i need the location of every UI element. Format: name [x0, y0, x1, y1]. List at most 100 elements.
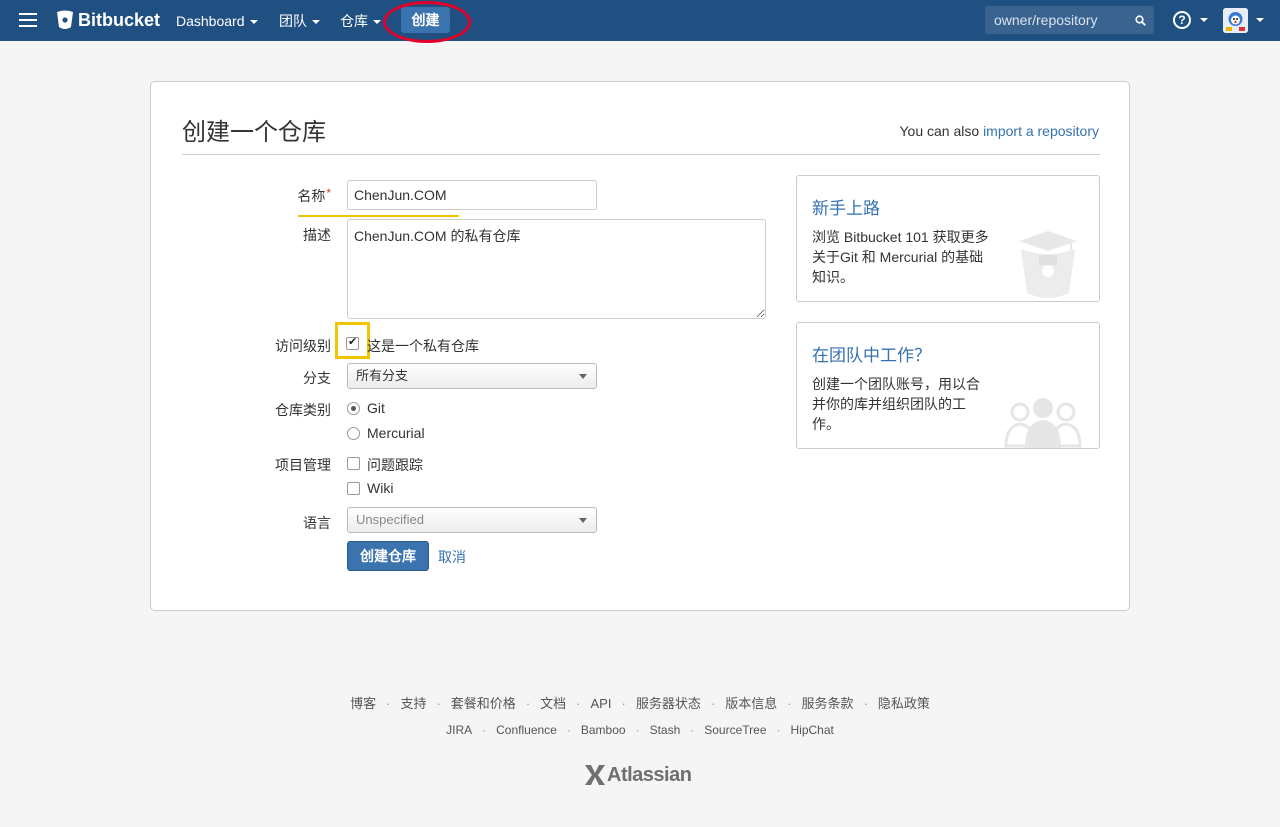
yellow-highlight-box [335, 322, 370, 359]
repository-type-label: 仓库类别 [275, 402, 331, 418]
user-avatar[interactable] [1223, 8, 1248, 33]
footer-product-jira[interactable]: JIRA [446, 723, 472, 737]
yellow-highlight-underline [298, 215, 459, 217]
team-work-card: 在团队中工作？ 创建一个团队账号，用以合并你的库并组织团队的工作。 [796, 322, 1100, 449]
wiki-checkbox[interactable] [347, 482, 360, 495]
search-icon[interactable] [1135, 15, 1146, 26]
page-title: 创建一个仓库 [182, 119, 326, 146]
access-level-label: 访问级别 [275, 338, 331, 354]
help-icon[interactable]: ? [1173, 11, 1191, 29]
branch-select[interactable]: 所有分支 [347, 363, 597, 389]
chevron-down-icon [249, 20, 258, 25]
red-highlight-circle [383, 1, 471, 43]
getting-started-title[interactable]: 新手上路 [812, 194, 880, 219]
import-repository-link[interactable]: import a repository [983, 123, 1099, 139]
language-label: 语言 [303, 515, 331, 531]
footer-product-bamboo[interactable]: Bamboo [581, 723, 626, 737]
menu-icon[interactable] [19, 13, 37, 27]
import-hint-text: You can also [899, 123, 984, 139]
import-hint: You can also import a repository [900, 123, 1100, 139]
team-work-text: 创建一个团队账号，用以合并你的库并组织团队的工作。 [812, 376, 980, 432]
footer-link-docs[interactable]: 文档 [540, 696, 566, 711]
footer-product-confluence[interactable]: Confluence [496, 723, 557, 737]
mercurial-option-label[interactable]: Mercurial [367, 425, 425, 441]
footer-separator: · [566, 723, 571, 737]
getting-started-card: 新手上路 浏览 Bitbucket 101 获取更多关于Git 和 Mercur… [796, 175, 1100, 302]
chevron-down-icon [373, 20, 381, 25]
divider [182, 154, 1100, 155]
git-radio[interactable] [347, 402, 360, 415]
issue-tracker-label[interactable]: 问题跟踪 [367, 455, 423, 475]
name-label: 名称* [151, 186, 331, 206]
dropdown-arrow-icon [579, 374, 587, 379]
footer-separator: · [482, 723, 487, 737]
footer-link-support[interactable]: 支持 [400, 696, 426, 711]
footer-product-stash[interactable]: Stash [650, 723, 681, 737]
chevron-down-icon[interactable] [1256, 18, 1264, 22]
atlassian-logo[interactable]: Atlassian [583, 763, 692, 787]
required-marker: * [326, 186, 331, 200]
atlassian-wordmark: Atlassian [607, 763, 692, 786]
atlassian-x-icon [585, 765, 605, 785]
language-select-value: Unspecified [356, 512, 424, 527]
footer-separator: · [776, 723, 781, 737]
create-repository-panel: 创建一个仓库 You can also import a repository … [150, 81, 1130, 611]
graduation-bucket-icon [1019, 231, 1077, 298]
bitbucket-logo[interactable]: Bitbucket [56, 9, 160, 31]
footer-link-api[interactable]: API [591, 696, 612, 711]
footer-separator: · [576, 696, 581, 711]
nav-dashboard[interactable]: Dashboard [176, 11, 258, 31]
nav-repositories-label: 仓库 [340, 13, 368, 29]
name-label-text: 名称 [297, 188, 326, 204]
repository-search[interactable] [985, 6, 1154, 34]
footer-products: JIRA · Confluence · Bamboo · Stash · SourceTree ·… [0, 723, 1280, 737]
footer-separator: · [863, 696, 868, 711]
footer-link-terms[interactable]: 服务条款 [802, 696, 854, 711]
bitbucket-bucket-icon [57, 10, 73, 29]
search-input[interactable] [985, 6, 1135, 34]
footer-separator: · [787, 696, 792, 711]
create-repository-button[interactable]: 创建仓库 [347, 541, 429, 571]
footer-link-pricing[interactable]: 套餐和价格 [451, 696, 516, 711]
footer-link-version[interactable]: 版本信息 [725, 696, 777, 711]
team-people-icon [1004, 398, 1082, 448]
footer-link-blog[interactable]: 博客 [350, 696, 376, 711]
branch-label: 分支 [303, 370, 331, 386]
description-textarea[interactable]: ChenJun.COM 的私有仓库 [347, 219, 766, 319]
project-management-label: 项目管理 [275, 457, 331, 473]
footer-links: 博客 · 支持 · 套餐和价格 · 文档 · API · 服务器状态 · 版本信息 · 服务条款 · 隐私政策 [0, 693, 1280, 712]
description-label: 描述 [303, 227, 331, 243]
nav-teams-label: 团队 [279, 13, 307, 29]
issue-tracker-checkbox[interactable] [347, 457, 360, 470]
footer-link-status[interactable]: 服务器状态 [636, 696, 701, 711]
footer-product-sourcetree[interactable]: SourceTree [704, 723, 766, 737]
footer-separator: · [436, 696, 441, 711]
footer-link-privacy[interactable]: 隐私政策 [878, 696, 930, 711]
footer-separator: · [635, 723, 640, 737]
nav-dashboard-label: Dashboard [176, 13, 245, 29]
branch-select-value: 所有分支 [356, 368, 409, 383]
nav-repositories[interactable]: 仓库 [340, 11, 381, 31]
wiki-label[interactable]: Wiki [367, 480, 393, 496]
getting-started-text: 浏览 Bitbucket 101 获取更多关于Git 和 Mercurial 的… [812, 229, 989, 285]
footer-separator: · [525, 696, 531, 711]
top-navigation-bar: Bitbucket Dashboard 团队 仓库 创建 ? [0, 0, 1280, 43]
footer-product-hipchat[interactable]: HipChat [791, 723, 834, 737]
footer-separator: · [621, 696, 626, 711]
footer-separator: · [710, 696, 716, 711]
private-repository-label[interactable]: 这是一个私有仓库 [367, 336, 479, 356]
git-option-label[interactable]: Git [367, 400, 385, 416]
chevron-down-icon[interactable] [1200, 18, 1208, 22]
chevron-down-icon [312, 20, 320, 25]
footer-separator: · [386, 696, 391, 711]
footer-separator: · [690, 723, 695, 737]
dropdown-arrow-icon [579, 518, 587, 523]
avatar-image [1223, 8, 1248, 33]
team-work-title[interactable]: 在团队中工作？ [812, 341, 931, 366]
nav-teams[interactable]: 团队 [279, 11, 320, 31]
brand-name: Bitbucket [78, 9, 161, 30]
cancel-link[interactable]: 取消 [438, 547, 466, 567]
repository-name-input[interactable] [347, 180, 597, 210]
language-select[interactable]: Unspecified [347, 507, 597, 533]
mercurial-radio[interactable] [347, 427, 360, 440]
